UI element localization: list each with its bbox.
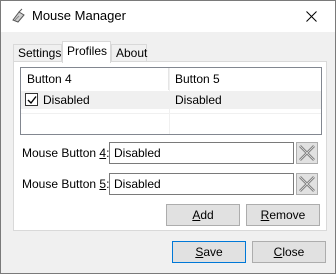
column-header-button5[interactable]: Button 5 <box>169 68 321 90</box>
close-window-button[interactable] <box>289 1 335 32</box>
tab-profiles[interactable]: Profiles <box>62 41 111 63</box>
mouse-button-5-field[interactable] <box>109 173 294 195</box>
profiles-panel: Button 4 Button 5 Disabled Disabled Mous… <box>13 61 327 231</box>
mouse-button-4-field[interactable] <box>109 142 294 164</box>
close-button[interactable]: Close <box>252 241 326 263</box>
tab-settings[interactable]: Settings <box>13 44 62 62</box>
title-bar: Mouse Manager <box>1 1 335 32</box>
table-row[interactable]: Disabled Disabled <box>21 91 321 109</box>
clear-button-5[interactable] <box>296 173 318 195</box>
profiles-list[interactable]: Button 4 Button 5 Disabled Disabled <box>20 67 322 135</box>
checkmark-icon <box>27 96 37 105</box>
save-button[interactable]: Save <box>172 241 246 263</box>
close-icon <box>306 11 317 22</box>
row-divider <box>21 113 321 114</box>
column-header-button4[interactable]: Button 4 <box>21 68 169 90</box>
add-button[interactable]: Add <box>166 204 240 226</box>
column-divider <box>169 68 170 134</box>
tab-about[interactable]: About <box>111 44 147 62</box>
mouse-manager-window: Mouse Manager Settings Profiles About Bu… <box>0 0 336 274</box>
clear-x-icon <box>299 145 315 161</box>
mouse-button-5-label: Mouse Button 5: <box>22 177 110 191</box>
clear-x-icon <box>299 176 315 192</box>
row-checkbox[interactable] <box>25 93 38 106</box>
list-header: Button 4 Button 5 <box>21 68 321 90</box>
mouse-icon <box>10 8 28 24</box>
mouse-button-4-label: Mouse Button 4: <box>22 146 110 160</box>
cell-button5: Disabled <box>175 93 222 107</box>
cell-button4: Disabled <box>43 93 90 107</box>
clear-button-4[interactable] <box>296 142 318 164</box>
remove-button[interactable]: Remove <box>246 204 320 226</box>
window-title: Mouse Manager <box>32 8 126 23</box>
